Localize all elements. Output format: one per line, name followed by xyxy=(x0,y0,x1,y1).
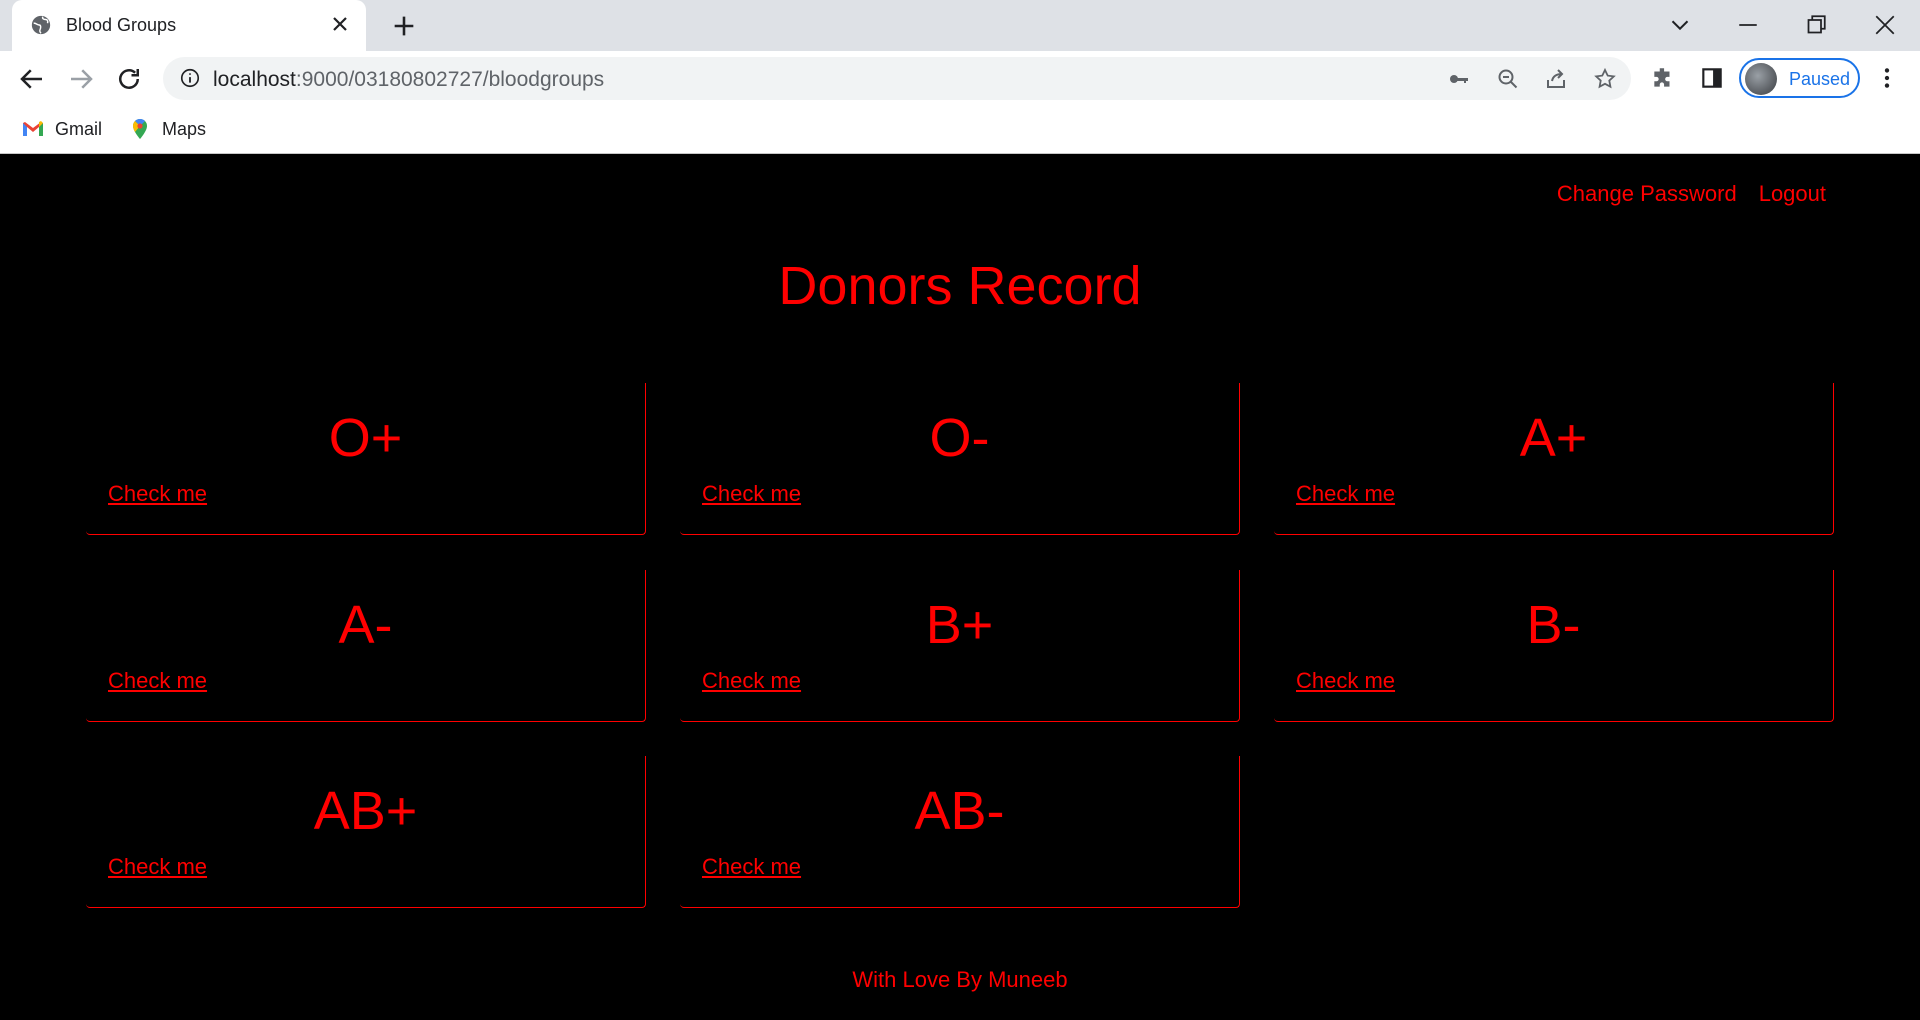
key-icon[interactable] xyxy=(1447,67,1471,91)
blood-group-card-a-negative: A- Check me xyxy=(86,570,646,722)
more-menu-icon[interactable] xyxy=(1874,65,1900,91)
zoom-out-icon[interactable] xyxy=(1496,67,1520,91)
top-nav: Change Password Logout xyxy=(1557,181,1826,207)
avatar xyxy=(1745,63,1777,95)
tab-title: Blood Groups xyxy=(66,15,177,35)
blood-group-label: AB+ xyxy=(313,781,418,841)
blood-group-card-o-negative: O- Check me xyxy=(680,383,1240,535)
check-me-link[interactable]: Check me xyxy=(702,854,801,880)
blood-group-card-b-positive: B+ Check me xyxy=(680,570,1240,722)
back-arrow-icon[interactable] xyxy=(17,64,47,94)
footer-text: With Love By Muneeb xyxy=(852,967,1068,992)
close-icon[interactable] xyxy=(328,12,352,36)
new-tab-icon[interactable] xyxy=(390,12,418,40)
bookmark-label: Gmail xyxy=(55,118,103,139)
profile-button[interactable]: Paused xyxy=(1739,58,1860,98)
bookmarks-bar: Gmail Maps xyxy=(0,106,1920,154)
page-body: Change Password Logout Donors Record O+ … xyxy=(0,155,1920,1020)
blood-group-label: A+ xyxy=(1519,408,1588,468)
tab-blood-groups[interactable]: Blood Groups xyxy=(12,0,366,51)
blood-group-label: O- xyxy=(929,408,990,468)
blood-group-card-o-positive: O+ Check me xyxy=(86,383,646,535)
side-panel-icon[interactable] xyxy=(1699,65,1725,91)
globe-icon xyxy=(31,15,51,35)
check-me-link[interactable]: Check me xyxy=(108,854,207,880)
restore-icon[interactable] xyxy=(1801,10,1831,40)
blood-group-label: AB- xyxy=(914,781,1005,841)
check-me-link[interactable]: Check me xyxy=(1296,668,1395,694)
check-me-link[interactable]: Check me xyxy=(702,668,801,694)
profile-status: Paused xyxy=(1789,69,1851,89)
chevron-down-icon[interactable] xyxy=(1665,10,1695,40)
browser-toolbar: localhost:9000/03180802727/bloodgroups P… xyxy=(0,51,1920,106)
check-me-link[interactable]: Check me xyxy=(108,481,207,507)
url-path: :9000/03180802727/bloodgroups xyxy=(295,68,605,91)
check-me-link[interactable]: Check me xyxy=(702,481,801,507)
blood-group-card-ab-negative: AB- Check me xyxy=(680,756,1240,908)
bookmark-gmail[interactable]: Gmail xyxy=(21,116,102,142)
logout-link[interactable]: Logout xyxy=(1759,181,1826,207)
bookmark-label: Maps xyxy=(162,118,207,139)
check-me-link[interactable]: Check me xyxy=(108,668,207,694)
gmail-icon xyxy=(23,121,43,136)
extensions-icon[interactable] xyxy=(1650,65,1676,91)
maps-icon xyxy=(132,118,147,139)
reload-icon[interactable] xyxy=(114,64,144,94)
address-bar[interactable]: localhost:9000/03180802727/bloodgroups xyxy=(163,57,1631,100)
blood-group-card-a-positive: A+ Check me xyxy=(1274,383,1834,535)
tab-strip: Blood Groups xyxy=(0,0,1920,51)
info-icon[interactable] xyxy=(179,67,201,89)
url-text: localhost:9000/03180802727/bloodgroups xyxy=(213,68,604,92)
share-icon[interactable] xyxy=(1544,67,1568,91)
blood-group-label: B- xyxy=(1526,595,1581,655)
forward-arrow-icon[interactable] xyxy=(66,64,96,94)
blood-group-card-b-negative: B- Check me xyxy=(1274,570,1834,722)
page-title: Donors Record xyxy=(778,256,1142,316)
blood-group-label: B+ xyxy=(925,595,994,655)
blood-group-card-ab-positive: AB+ Check me xyxy=(86,756,646,908)
bookmark-maps[interactable]: Maps xyxy=(128,116,206,142)
blood-group-label: A- xyxy=(338,595,393,655)
minimize-icon[interactable] xyxy=(1733,10,1763,40)
window-close-icon[interactable] xyxy=(1870,10,1900,40)
blood-group-label: O+ xyxy=(328,408,403,468)
star-icon[interactable] xyxy=(1593,67,1617,91)
change-password-link[interactable]: Change Password xyxy=(1557,181,1737,207)
check-me-link[interactable]: Check me xyxy=(1296,481,1395,507)
url-host: localhost xyxy=(213,68,296,91)
